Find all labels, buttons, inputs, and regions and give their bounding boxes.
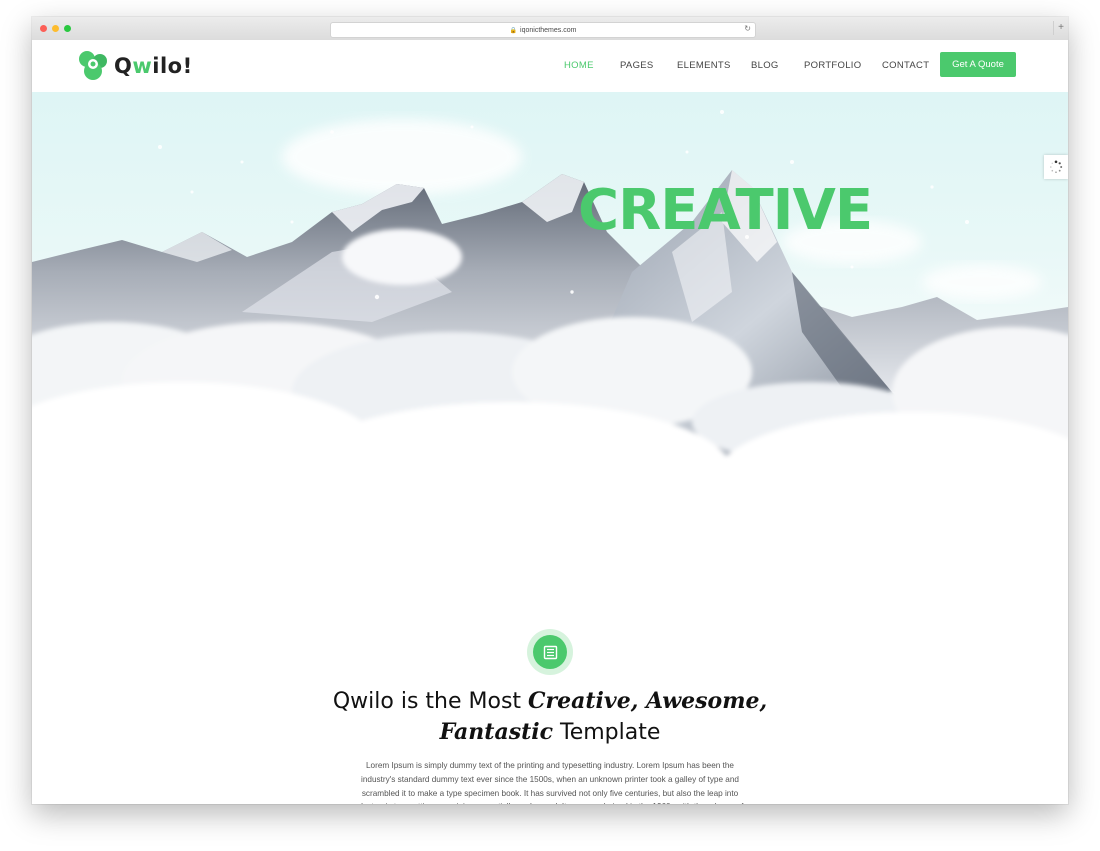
logo-text-suffix: ilo! (152, 54, 193, 78)
nav-item-blog[interactable]: BLOG (751, 60, 779, 71)
mountain-landscape-image (32, 110, 1068, 572)
get-a-quote-button[interactable]: Get A Quote (940, 52, 1016, 77)
site-header: Qwilo! HOME PAGES ELEMENTS BLOG PORTFOLI… (32, 40, 1068, 92)
reload-icon[interactable]: ↻ (744, 24, 751, 33)
document-icon-circle (533, 635, 567, 669)
document-icon (527, 629, 573, 675)
intro-headline-part1: Qwilo is the Most (332, 689, 529, 714)
spinner-icon (1050, 160, 1063, 174)
intro-body-text: Lorem Ipsum is simply dummy text of the … (357, 761, 744, 804)
web-page: Qwilo! HOME PAGES ELEMENTS BLOG PORTFOLI… (32, 40, 1068, 804)
hero-headline: CREATIVE (578, 178, 873, 243)
nav-item-contact[interactable]: CONTACT (882, 60, 929, 71)
address-bar[interactable]: 🔒 iqonicthemes.com ↻ (330, 22, 756, 38)
loading-spinner-icon[interactable] (1044, 155, 1068, 179)
newspaper-icon (543, 645, 557, 659)
lock-icon: 🔒 (509, 27, 518, 34)
logo-mark-icon (79, 51, 107, 80)
logo-text: Qwilo! (114, 54, 193, 78)
logo-text-prefix: Q (114, 54, 133, 78)
site-logo[interactable]: Qwilo! (77, 51, 193, 81)
close-window-button[interactable] (40, 25, 47, 32)
nav-item-home[interactable]: HOME (564, 60, 594, 71)
intro-headline-emphasis2: Fantastic (439, 719, 553, 745)
maximize-window-button[interactable] (64, 25, 71, 32)
intro-headline-emphasis1: Creative, Awesome, (528, 688, 768, 714)
browser-toolbar: 🔒 iqonicthemes.com ↻ + (32, 17, 1068, 41)
minimize-window-button[interactable] (52, 25, 59, 32)
nav-item-elements[interactable]: ELEMENTS (677, 60, 731, 71)
nav-item-portfolio[interactable]: PORTFOLIO (804, 60, 861, 71)
hero-banner: CREATIVE (32, 92, 1068, 572)
logo-text-accent: w (132, 54, 153, 78)
url-text: iqonicthemes.com (520, 26, 577, 34)
browser-window: 🔒 iqonicthemes.com ↻ + Qwilo! HOME PAGES (32, 17, 1068, 804)
intro-headline-part2: Template (553, 720, 661, 745)
new-tab-icon[interactable]: + (1053, 21, 1068, 35)
intro-headline: Qwilo is the Most Creative, Awesome, Fan… (32, 686, 1068, 748)
nav-item-pages[interactable]: PAGES (620, 60, 654, 71)
